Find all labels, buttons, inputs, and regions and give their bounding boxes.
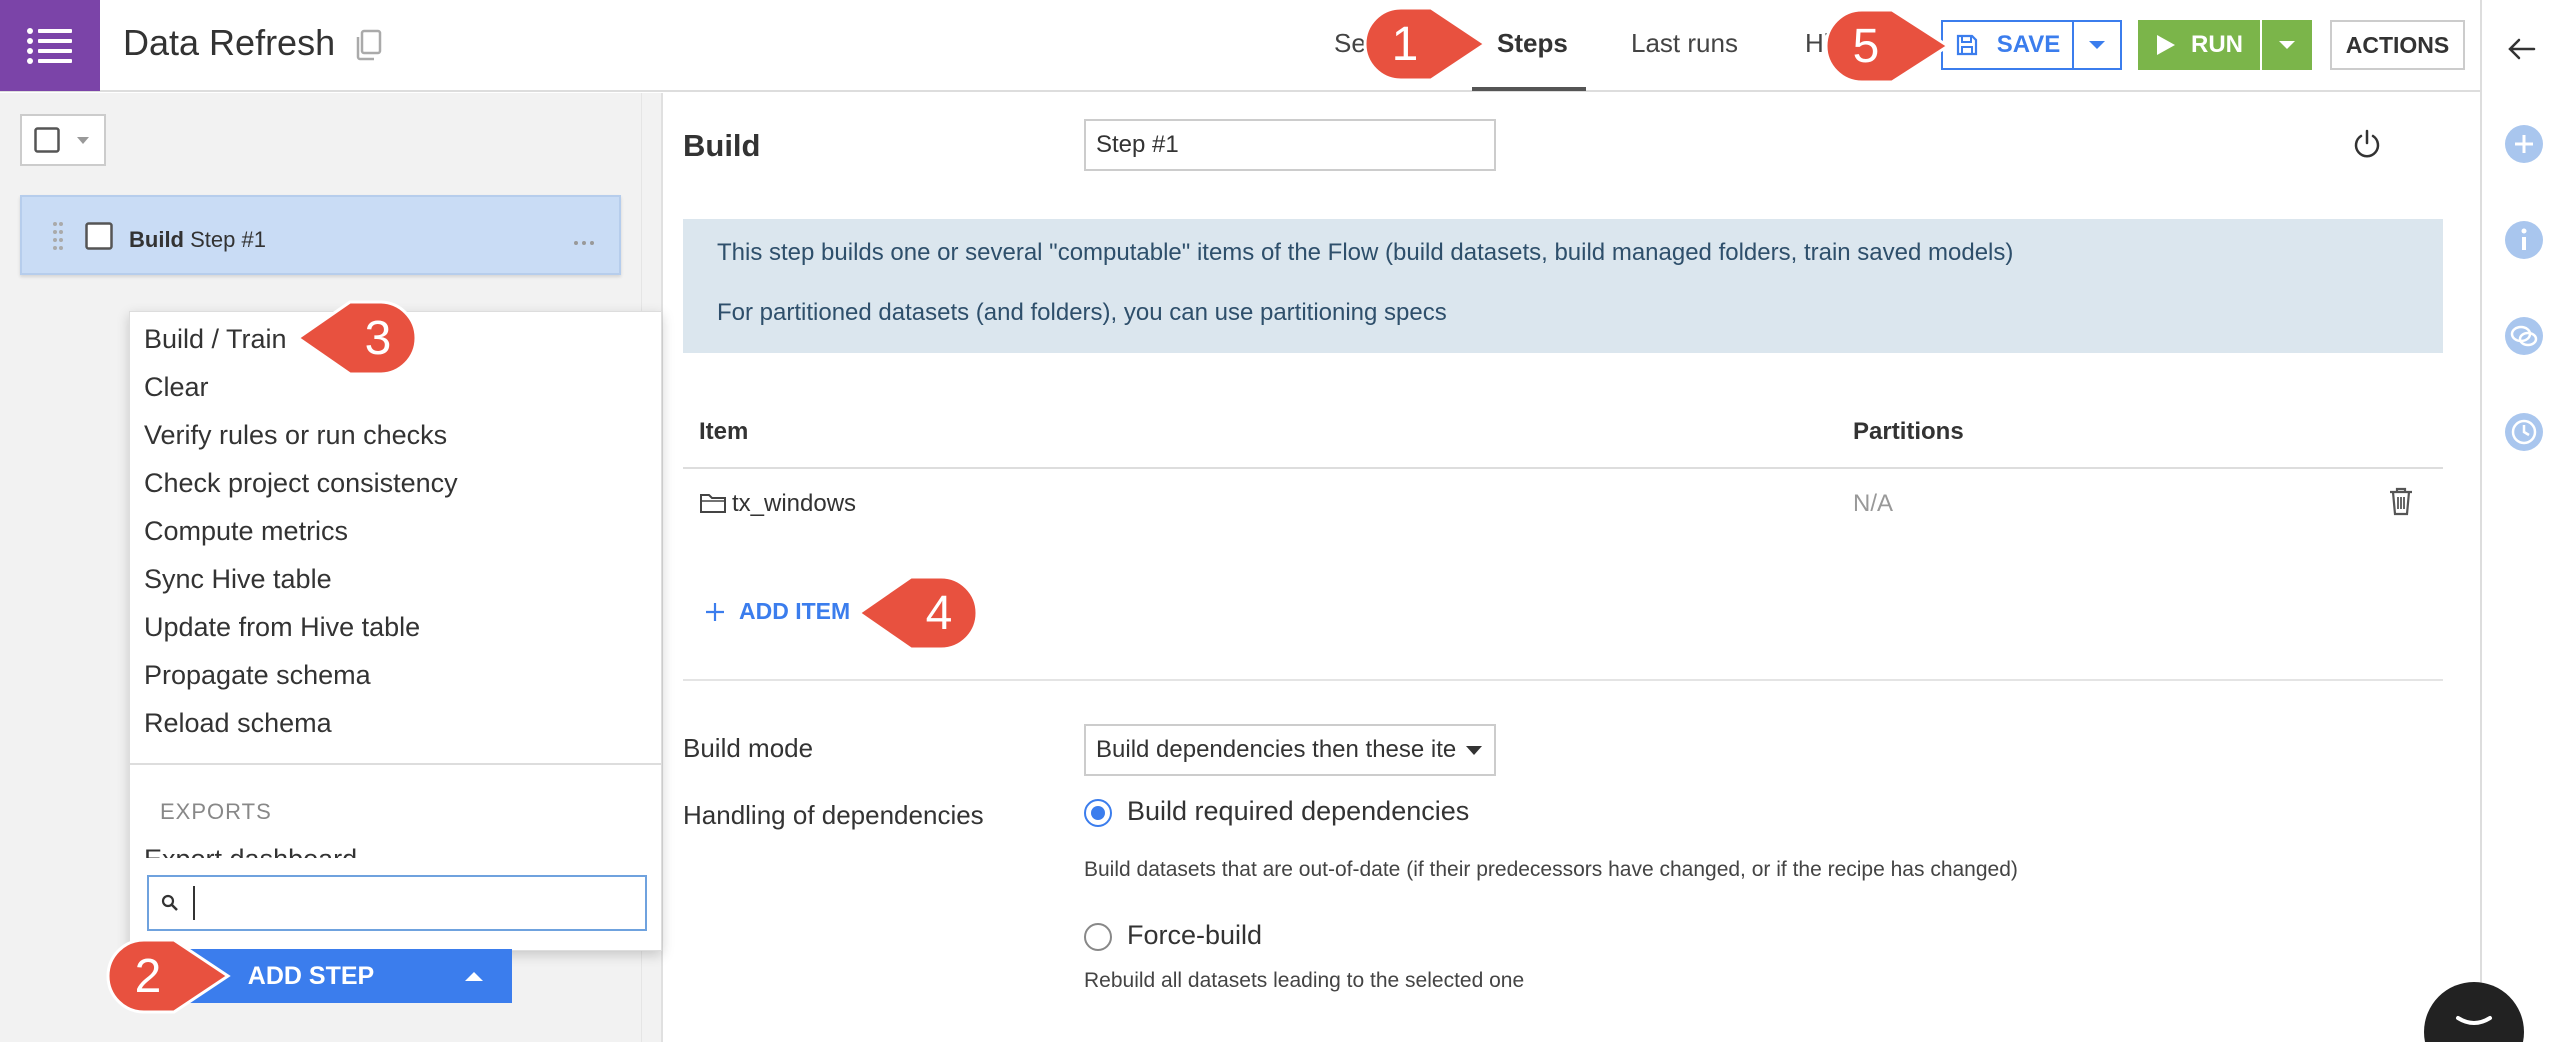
callout-1: 1 <box>1361 4 1489 84</box>
save-disk-icon <box>1956 34 1977 56</box>
build-mode-label: Build mode <box>683 733 814 763</box>
step-type-heading: Build <box>683 128 761 163</box>
menu-divider <box>130 763 661 765</box>
menu-item-build-train[interactable]: Build / Train <box>144 324 287 355</box>
dependencies-label: Handling of dependencies <box>683 800 984 830</box>
callout-2: 2 <box>104 936 232 1016</box>
menu-item-propagate-schema[interactable]: Propagate schema <box>144 660 371 691</box>
callout-3: 3 <box>296 298 420 378</box>
radio-label-force-build[interactable]: Force-build <box>1127 920 1262 951</box>
checkbox-icon <box>34 127 60 153</box>
callout-number: 4 <box>925 586 953 640</box>
tab-steps[interactable]: Steps <box>1497 28 1568 59</box>
step-name: Step #1 <box>190 227 266 252</box>
trash-icon[interactable] <box>2387 486 2415 521</box>
select-all-checkbox[interactable] <box>20 114 106 166</box>
radio-force-build[interactable] <box>1084 923 1112 951</box>
menu-section-exports: EXPORTS <box>160 799 272 824</box>
step-type: Build <box>129 227 184 252</box>
info-line: This step builds one or several "computa… <box>717 239 2014 266</box>
add-item-label: ADD ITEM <box>739 598 851 624</box>
history-icon[interactable] <box>2504 412 2544 457</box>
more-dots-icon[interactable] <box>573 233 595 251</box>
step-name-input[interactable] <box>1084 119 1496 171</box>
back-arrow-icon[interactable] <box>2504 32 2538 71</box>
radio-build-required[interactable] <box>1084 799 1112 827</box>
column-header-partitions: Partitions <box>1853 418 1964 445</box>
run-button[interactable]: RUN <box>2138 20 2260 70</box>
callout-number: 1 <box>1391 17 1419 71</box>
callout-number: 2 <box>134 949 162 1003</box>
menu-item-update-hive[interactable]: Update from Hive table <box>144 612 420 643</box>
plus-circle-icon[interactable] <box>2504 124 2544 169</box>
run-label: RUN <box>2191 31 2243 58</box>
project-title[interactable]: Data Refresh <box>123 22 335 64</box>
menu-item-check-consistency[interactable]: Check project consistency <box>144 468 458 499</box>
menu-item-compute-metrics[interactable]: Compute metrics <box>144 516 348 547</box>
section-divider <box>683 679 2443 681</box>
caret-down-icon <box>2089 41 2105 49</box>
column-header-item: Item <box>699 418 749 445</box>
save-button[interactable]: SAVE <box>1941 20 2072 70</box>
callout-number: 3 <box>364 311 392 365</box>
play-icon <box>2157 35 2175 55</box>
caret-down-icon <box>2279 41 2295 49</box>
add-step-label: ADD STEP <box>247 961 375 990</box>
step-search-input[interactable] <box>147 875 647 931</box>
menu-item-reload-schema[interactable]: Reload schema <box>144 708 332 739</box>
info-line: For partitioned datasets (and folders), … <box>717 299 1447 326</box>
actions-button[interactable]: ACTIONS <box>2330 20 2465 70</box>
discussion-icon[interactable] <box>2504 316 2544 361</box>
menu-item-verify-rules[interactable]: Verify rules or run checks <box>144 420 447 451</box>
save-label: SAVE <box>1996 31 2061 58</box>
info-circle-icon[interactable] <box>2504 220 2544 265</box>
item-name[interactable]: tx_windows <box>732 490 856 518</box>
build-mode-select[interactable]: Build dependencies then these ite <box>1084 724 1496 776</box>
menu-item-sync-hive[interactable]: Sync Hive table <box>144 564 332 595</box>
item-partitions: N/A <box>1853 490 1894 517</box>
power-icon[interactable] <box>2351 128 2383 165</box>
save-dropdown-button[interactable] <box>2072 20 2122 70</box>
step-label: Build Step #1 <box>129 227 266 253</box>
radio-help-build-required: Build datasets that are out-of-date (if … <box>1084 858 2018 881</box>
tab-active-indicator <box>1472 87 1586 91</box>
drag-handle-icon[interactable] <box>52 221 64 256</box>
right-rail <box>2480 0 2560 1042</box>
menu-item-clear[interactable]: Clear <box>144 372 209 403</box>
add-item-button[interactable]: ADD ITEM <box>705 598 850 625</box>
chat-icon[interactable] <box>2424 982 2524 1042</box>
step-checkbox[interactable] <box>85 222 113 255</box>
copy-icon[interactable] <box>354 29 384 66</box>
search-icon <box>161 894 178 911</box>
top-bar: Data Refresh Se Steps Last runs Hi SAVE … <box>0 0 2480 92</box>
text-cursor <box>193 886 195 920</box>
caret-up-icon <box>465 972 484 981</box>
add-step-menu: Build / Train Clear Verify rules or run … <box>129 311 662 951</box>
step-list-item[interactable]: Build Step #1 <box>20 195 621 275</box>
table-divider <box>683 467 2443 469</box>
info-box: This step builds one or several "computa… <box>683 219 2443 353</box>
caret-down-icon <box>1466 746 1482 755</box>
run-dropdown-button[interactable] <box>2262 20 2312 70</box>
step-editor: Build This step builds one or several "c… <box>661 93 2460 1042</box>
callout-5: 5 <box>1822 6 1952 86</box>
tab-last-runs[interactable]: Last runs <box>1631 28 1738 59</box>
callout-4: 4 <box>857 573 981 653</box>
callout-number: 5 <box>1852 19 1880 73</box>
menu-item-export-dashboard[interactable]: Export dashboard <box>144 844 544 858</box>
caret-down-icon <box>77 136 89 144</box>
menu-icon[interactable] <box>0 0 100 91</box>
build-mode-value: Build dependencies then these ite <box>1096 736 1457 763</box>
radio-label-build-required[interactable]: Build required dependencies <box>1127 796 1469 827</box>
folder-icon <box>699 491 727 520</box>
radio-help-force-build: Rebuild all datasets leading to the sele… <box>1084 969 1525 992</box>
plus-icon <box>706 602 724 621</box>
